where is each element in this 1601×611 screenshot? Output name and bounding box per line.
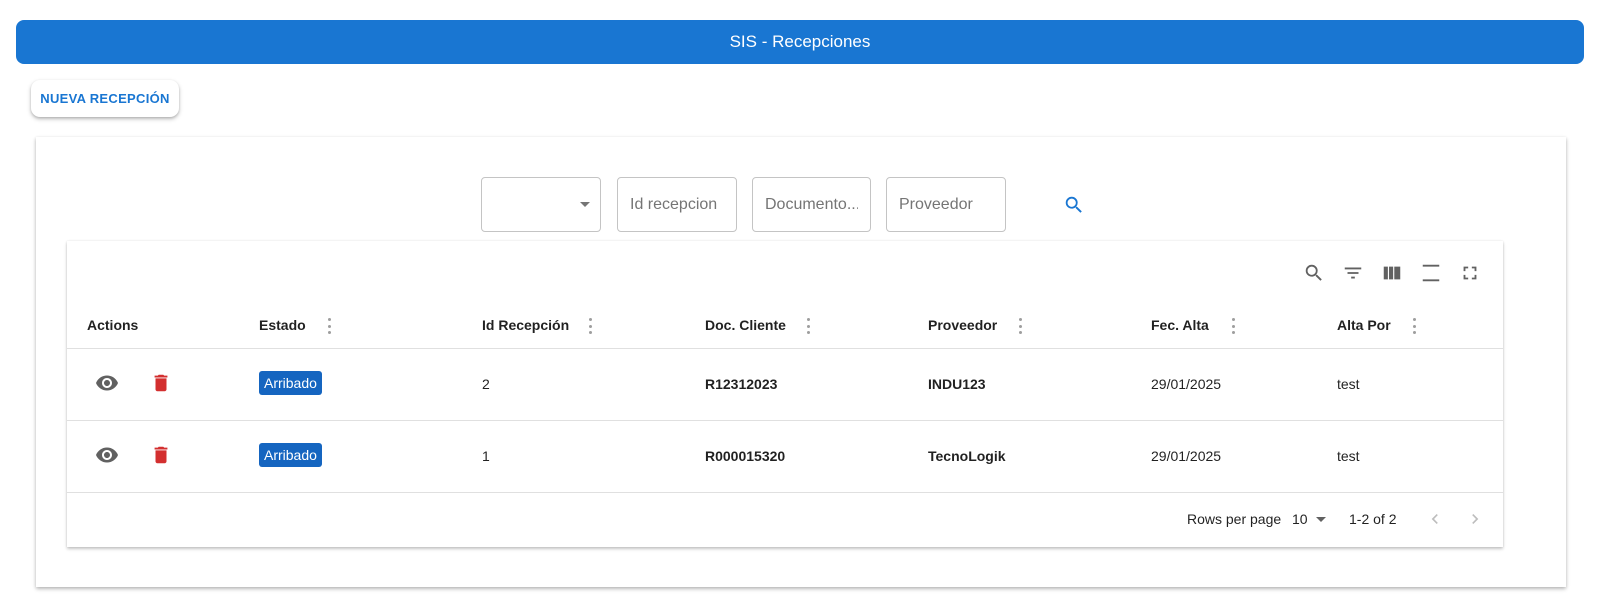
filter-list-icon (1344, 267, 1362, 279)
proveedor-cell: TecnoLogik (928, 448, 1006, 464)
delete-button[interactable] (149, 443, 173, 467)
column-menu-alta-por[interactable] (1409, 317, 1419, 335)
column-header-id-recepcion[interactable]: Id Recepción (482, 317, 569, 333)
chevron-right-icon (1472, 514, 1479, 524)
column-header-alta-por[interactable]: Alta Por (1337, 317, 1391, 333)
footer-divider (67, 492, 1503, 493)
fullscreen-icon (1463, 266, 1477, 280)
trash-icon (154, 374, 168, 392)
fec-alta-cell: 29/01/2025 (1151, 376, 1222, 392)
row-divider (67, 420, 1503, 421)
chevron-left-icon (1431, 514, 1438, 524)
column-menu-doc-cliente[interactable] (803, 317, 813, 335)
main-panel: Actions Estado Id Recepción Doc. Cliente… (36, 137, 1566, 587)
column-menu-id-recepcion[interactable] (585, 317, 595, 335)
chevron-down-icon (1315, 516, 1326, 522)
id-recepcion-input[interactable] (618, 195, 736, 214)
next-page-button[interactable] (1463, 507, 1487, 531)
rows-per-page-label: Rows per page (1187, 511, 1282, 527)
doc-cliente-cell: R12312023 (705, 376, 778, 392)
app-title: SIS - Recepciones (729, 32, 871, 51)
density-icon (1422, 264, 1440, 282)
search-icon (1305, 264, 1322, 281)
search-icon (1065, 196, 1082, 213)
table-search-button[interactable] (1302, 261, 1326, 285)
reception-table: Actions Estado Id Recepción Doc. Cliente… (67, 241, 1503, 547)
alta-por-cell: test (1337, 448, 1360, 464)
eye-icon (96, 375, 118, 391)
column-menu-fec-alta[interactable] (1228, 317, 1238, 335)
doc-cliente-cell: R000015320 (705, 448, 786, 464)
column-header-proveedor[interactable]: Proveedor (928, 317, 997, 333)
column-header-doc-cliente[interactable]: Doc. Cliente (705, 317, 786, 333)
chevron-down-icon (580, 202, 590, 207)
search-button[interactable] (1061, 192, 1087, 218)
table-filter-button[interactable] (1341, 261, 1365, 285)
view-column-icon (1383, 266, 1401, 280)
table-fullscreen-button[interactable] (1458, 261, 1482, 285)
proveedor-field[interactable] (886, 177, 1006, 232)
delete-button[interactable] (149, 371, 173, 395)
id-recepcion-field[interactable] (617, 177, 737, 232)
trash-icon (154, 446, 168, 464)
id-recepcion-cell: 2 (482, 376, 490, 392)
status-badge: Arribado (259, 443, 322, 467)
previous-page-button[interactable] (1423, 507, 1447, 531)
id-recepcion-cell: 1 (482, 448, 490, 464)
column-menu-estado[interactable] (324, 317, 334, 335)
view-button[interactable] (95, 371, 119, 395)
proveedor-cell: INDU123 (928, 376, 986, 392)
rows-per-page-value: 10 (1292, 511, 1308, 527)
column-menu-proveedor[interactable] (1015, 317, 1025, 335)
alta-por-cell: test (1337, 376, 1360, 392)
view-button[interactable] (95, 443, 119, 467)
column-header-fec-alta[interactable]: Fec. Alta (1151, 317, 1209, 333)
rows-per-page-select[interactable]: 10 (1292, 507, 1326, 531)
column-header-actions: Actions (87, 317, 139, 333)
fec-alta-cell: 29/01/2025 (1151, 448, 1222, 464)
table-columns-button[interactable] (1380, 261, 1404, 285)
documento-field[interactable] (752, 177, 871, 232)
header-divider (67, 348, 1503, 349)
pagination-range: 1-2 of 2 (1349, 511, 1397, 527)
new-reception-button[interactable]: NUEVA RECEPCIÓN (31, 80, 179, 117)
column-header-estado[interactable]: Estado (259, 317, 306, 333)
status-badge: Arribado (259, 371, 322, 395)
eye-icon (96, 447, 118, 463)
estado-select[interactable] (481, 177, 601, 232)
table-density-button[interactable] (1419, 261, 1443, 285)
documento-input[interactable] (753, 195, 870, 214)
proveedor-input[interactable] (887, 195, 1005, 214)
app-bar: SIS - Recepciones (16, 20, 1584, 64)
